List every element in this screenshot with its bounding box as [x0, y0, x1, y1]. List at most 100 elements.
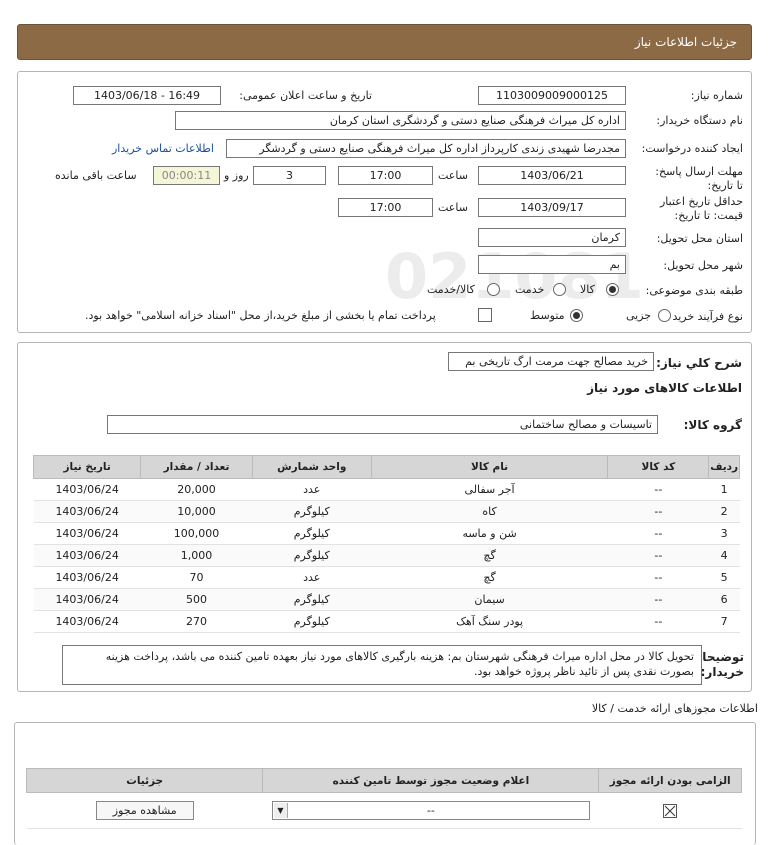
payment-note: پرداخت تمام یا بخشی از مبلغ خرید،از محل … — [85, 309, 436, 322]
cell-code: -- — [607, 610, 709, 633]
process-medium-label: متوسط — [530, 309, 565, 322]
validity-label: حداقل تاریخ اعتبار قیمت: تا تاریخ: — [659, 195, 743, 222]
cell-date: 1403/06/24 — [33, 566, 141, 589]
cell-date: 1403/06/24 — [33, 544, 141, 567]
col-date: تاریخ نیاز — [32, 455, 142, 479]
category-service-radio[interactable] — [553, 283, 566, 296]
notes-box: تحویل کالا در محل اداره میراث فرهنگی شهر… — [62, 645, 702, 685]
cell-unit: کیلوگرم — [252, 500, 372, 523]
cell-unit: عدد — [252, 566, 372, 589]
summary-field: خرید مصالح جهت مرمت ارگ تاریخی بم — [448, 352, 654, 371]
group-label: گروه کالا: — [683, 418, 742, 432]
col-permit-status: اعلام وضعیت مجوز توسط تامین کننده — [262, 768, 600, 793]
contact-info-link[interactable]: اطلاعات تماس خریدار — [112, 142, 214, 155]
items-table: ردیف کد کالا نام کالا واحد شمارش تعداد /… — [32, 455, 740, 633]
cell-unit: کیلوگرم — [252, 544, 372, 567]
permit-status-select[interactable]: ▼ -- — [271, 801, 590, 820]
cell-code: -- — [607, 566, 709, 589]
col-name: نام کالا — [370, 455, 609, 479]
creator-label: ایجاد کننده درخواست: — [641, 142, 743, 155]
process-label: نوع فرآیند خرید : — [665, 310, 743, 323]
process-minor-label: جزیی — [626, 309, 652, 322]
permit-details-cell: مشاهده مجوز — [26, 792, 263, 829]
validity-time-label: ساعت — [438, 201, 468, 214]
validity-date-field: 1403/09/17 — [478, 198, 626, 217]
announce-field: 1403/06/18 - 16:49 — [73, 86, 221, 105]
cell-code: -- — [607, 478, 709, 501]
days-field: 3 — [253, 166, 326, 185]
cell-name: گچ — [371, 544, 608, 567]
table-row: 4 -- گچ کیلوگرم 1,000 1403/06/24 — [33, 544, 740, 567]
permits-table: الزامی بودن ارائه مجوز اعلام وضعیت مجوز … — [25, 768, 742, 829]
treasury-payment-checkbox[interactable] — [478, 308, 492, 322]
permit-status-cell: ▼ -- — [262, 792, 599, 829]
col-unit: واحد شمارش — [251, 455, 372, 479]
table-row: 2 -- کاه کیلوگرم 10,000 1403/06/24 — [33, 500, 740, 523]
cell-date: 1403/06/24 — [33, 478, 141, 501]
need-number-field: 1103009009000125 — [478, 86, 626, 105]
cell-qty: 10,000 — [140, 500, 253, 523]
items-heading: اطلاعات کالاهای مورد نیاز — [587, 381, 742, 395]
remaining-label: ساعت باقی مانده — [55, 169, 137, 182]
process-medium-radio[interactable] — [570, 309, 583, 322]
validity-time-field: 17:00 — [338, 198, 433, 217]
province-label: استان محل تحویل: — [656, 232, 743, 245]
deadline-time-field: 17:00 — [338, 166, 433, 185]
cell-name: شن و ماسه — [371, 522, 608, 545]
deadline-date-field: 1403/06/21 — [478, 166, 626, 185]
col-permit-required: الزامی بودن ارائه مجوز — [598, 768, 742, 793]
col-row: ردیف — [708, 455, 740, 479]
summary-label: شرح كلي نياز: — [656, 356, 742, 370]
table-row: 5 -- گچ عدد 70 1403/06/24 — [33, 566, 740, 589]
buyer-org-field: اداره کل میراث فرهنگی صنایع دستی و گردشگ… — [175, 111, 626, 130]
items-table-header: ردیف کد کالا نام کالا واحد شمارش تعداد /… — [32, 455, 740, 479]
cell-row: 5 — [708, 566, 740, 589]
deadline-label: مهلت ارسال پاسخ: تا تاریخ: — [655, 165, 743, 192]
cell-date: 1403/06/24 — [33, 610, 141, 633]
cell-row: 3 — [708, 522, 740, 545]
notes-text: تحویل کالا در محل اداره میراث فرهنگی شهر… — [105, 650, 694, 678]
cell-unit: کیلوگرم — [252, 610, 372, 633]
cell-unit: کیلوگرم — [252, 522, 372, 545]
category-goods-radio[interactable] — [606, 283, 619, 296]
category-service-label: خدمت — [515, 283, 545, 296]
cell-row: 4 — [708, 544, 740, 567]
category-goods-service-radio[interactable] — [487, 283, 500, 296]
creator-field: مجدرضا شهیدی زندی کارپرداز اداره کل میرا… — [226, 139, 626, 158]
cell-name: آجر سفالی — [371, 478, 608, 501]
city-field: بم — [478, 255, 626, 274]
notes-label: توضیحات خریدار: — [690, 650, 744, 679]
view-permit-button[interactable]: مشاهده مجوز — [95, 801, 194, 820]
announce-label: تاریخ و ساعت اعلان عمومی: — [239, 89, 372, 102]
category-label: طبقه بندی موضوعی: — [645, 284, 743, 297]
table-row: 6 -- سیمان کیلوگرم 500 1403/06/24 — [33, 588, 740, 611]
cell-row: 1 — [708, 478, 740, 501]
province-field: کرمان — [478, 228, 626, 247]
cell-date: 1403/06/24 — [33, 522, 141, 545]
process-minor-radio[interactable] — [658, 309, 671, 322]
remaining-time-field: 00:00:11 — [153, 166, 220, 185]
permits-table-header: الزامی بودن ارائه مجوز اعلام وضعیت مجوز … — [25, 768, 742, 793]
col-qty: تعداد / مقدار — [140, 455, 253, 479]
cell-qty: 20,000 — [140, 478, 253, 501]
city-label: شهر محل تحویل: — [663, 259, 743, 272]
cross-icon — [664, 805, 676, 816]
deadline-time-label: ساعت — [438, 169, 468, 182]
permit-required-cell — [598, 792, 742, 829]
table-row: 3 -- شن و ماسه کیلوگرم 100,000 1403/06/24 — [33, 522, 740, 545]
cell-date: 1403/06/24 — [33, 588, 141, 611]
cell-unit: کیلوگرم — [252, 588, 372, 611]
col-permit-details: جزئیات — [25, 768, 264, 793]
cell-qty: 70 — [140, 566, 253, 589]
cell-date: 1403/06/24 — [33, 500, 141, 523]
cell-qty: 100,000 — [140, 522, 253, 545]
cell-code: -- — [607, 544, 709, 567]
category-goods-service-label: کالا/خدمت — [427, 283, 475, 296]
cell-unit: عدد — [252, 478, 372, 501]
cell-qty: 1,000 — [140, 544, 253, 567]
table-row: 1 -- آجر سفالی عدد 20,000 1403/06/24 — [33, 478, 740, 501]
permits-title: اطلاعات مجوزهای ارائه خدمت / کالا — [591, 702, 758, 715]
cell-qty: 270 — [140, 610, 253, 633]
cell-name: سیمان — [371, 588, 608, 611]
cell-code: -- — [607, 588, 709, 611]
